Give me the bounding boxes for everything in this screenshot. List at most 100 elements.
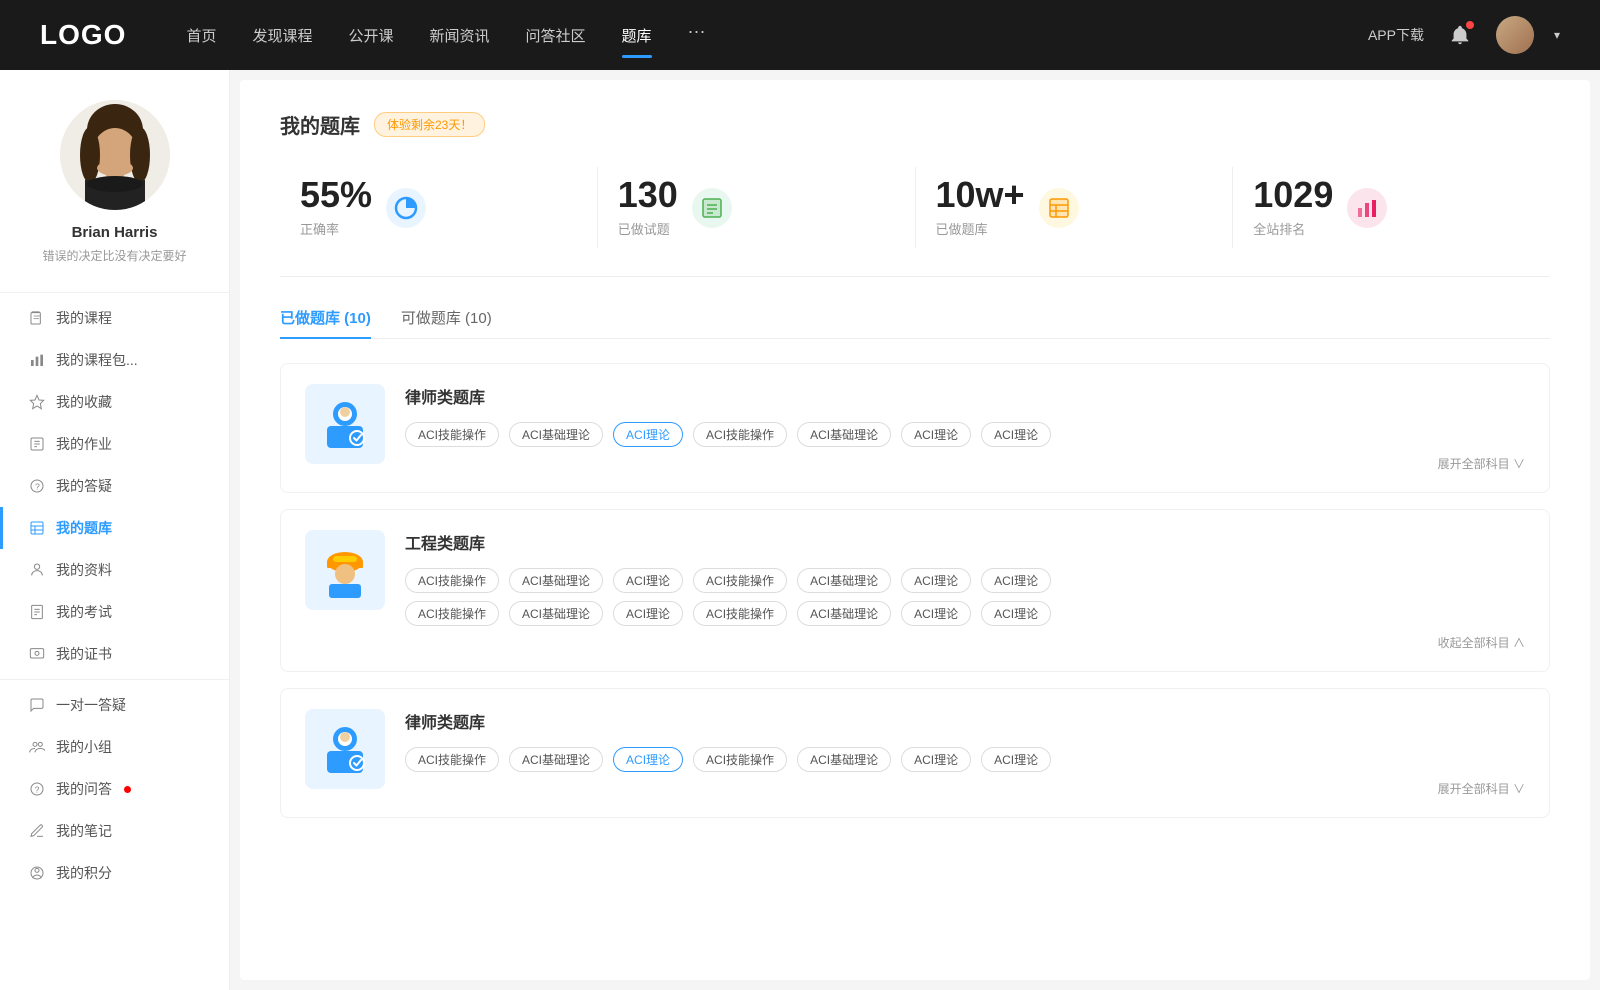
avatar-image — [1496, 16, 1534, 54]
sidebar-avatar — [60, 100, 170, 210]
accuracy-icon — [386, 188, 426, 228]
main-content: 我的题库 体验剩余23天！ 55% 正确率 130 — [240, 80, 1590, 980]
sidebar-item-course-package[interactable]: 我的课程包... — [0, 339, 229, 381]
q-icon: ? — [28, 780, 46, 798]
tag-2-14[interactable]: ACI理论 — [981, 601, 1051, 626]
stat-accuracy-label: 正确率 — [300, 219, 372, 238]
bank-icon-engineer — [305, 530, 385, 610]
tag-1-4[interactable]: ACI技能操作 — [693, 422, 787, 447]
sidebar-item-certificate[interactable]: 我的证书 — [0, 633, 229, 675]
svg-text:?: ? — [35, 481, 40, 491]
sidebar-label-homework: 我的作业 — [56, 434, 112, 454]
page-title: 我的题库 — [280, 110, 360, 139]
tab-available-banks[interactable]: 可做题库 (10) — [401, 307, 492, 338]
bank-icon — [1047, 196, 1071, 220]
sidebar-label-points: 我的积分 — [56, 863, 112, 883]
stat-done-questions: 130 已做试题 — [598, 167, 916, 248]
tag-2-13[interactable]: ACI理论 — [901, 601, 971, 626]
sidebar-item-favorites[interactable]: 我的收藏 — [0, 381, 229, 423]
document-icon — [28, 309, 46, 327]
stat-done-label: 已做试题 — [618, 219, 678, 238]
bank-card-lawyer-1: 律师类题库 ACI技能操作 ACI基础理论 ACI理论 ACI技能操作 ACI基… — [280, 363, 1550, 493]
bank-expand-lawyer-1[interactable]: 展开全部科目 ∨ — [405, 455, 1525, 472]
tag-1-1[interactable]: ACI技能操作 — [405, 422, 499, 447]
stat-banks-label: 已做题库 — [936, 219, 1025, 238]
tag-3-1[interactable]: ACI技能操作 — [405, 747, 499, 772]
user-motto: 错误的决定比没有决定要好 — [32, 247, 196, 264]
sidebar-item-points[interactable]: 我的积分 — [0, 852, 229, 894]
tag-3-3[interactable]: ACI理论 — [613, 747, 683, 772]
exam-icon — [28, 603, 46, 621]
sidebar-item-my-qa[interactable]: ? 我的答疑 — [0, 465, 229, 507]
sidebar-label-my-qa: 我的答疑 — [56, 476, 112, 496]
tag-2-6[interactable]: ACI理论 — [901, 568, 971, 593]
tag-2-9[interactable]: ACI基础理论 — [509, 601, 603, 626]
navbar: LOGO 首页 发现课程 公开课 新闻资讯 问答社区 题库 ··· APP下载 … — [0, 0, 1600, 70]
nav-more[interactable]: ··· — [688, 21, 706, 50]
nav-bell-button[interactable] — [1444, 19, 1476, 51]
group-icon — [28, 738, 46, 756]
nav-chevron-down-icon[interactable]: ▾ — [1554, 28, 1560, 42]
stats-row: 55% 正确率 130 已做试题 — [280, 167, 1550, 277]
trial-badge: 体验剩余23天！ — [374, 112, 485, 137]
stat-accuracy: 55% 正确率 — [280, 167, 598, 248]
question-notification-dot — [124, 786, 131, 793]
bank-expand-lawyer-2[interactable]: 展开全部科目 ∨ — [405, 780, 1525, 797]
tag-1-5[interactable]: ACI基础理论 — [797, 422, 891, 447]
nav-opencourse[interactable]: 公开课 — [348, 21, 393, 50]
tag-3-6[interactable]: ACI理论 — [901, 747, 971, 772]
nav-news[interactable]: 新闻资讯 — [430, 21, 490, 50]
tag-2-2[interactable]: ACI基础理论 — [509, 568, 603, 593]
lawyer-avatar-icon — [317, 396, 373, 452]
tag-2-8[interactable]: ACI技能操作 — [405, 601, 499, 626]
bank-tags-lawyer-2: ACI技能操作 ACI基础理论 ACI理论 ACI技能操作 ACI基础理论 AC… — [405, 747, 1525, 772]
sidebar-item-my-profile[interactable]: 我的资料 — [0, 549, 229, 591]
stat-rank-value: 1029 — [1253, 177, 1333, 213]
tag-3-7[interactable]: ACI理论 — [981, 747, 1051, 772]
sidebar-item-my-exam[interactable]: 我的考试 — [0, 591, 229, 633]
tag-2-4[interactable]: ACI技能操作 — [693, 568, 787, 593]
tag-1-2[interactable]: ACI基础理论 — [509, 422, 603, 447]
sidebar-item-my-questions[interactable]: ? 我的问答 — [0, 768, 229, 810]
done-questions-icon-wrap — [692, 188, 732, 228]
tag-1-3[interactable]: ACI理论 — [613, 422, 683, 447]
sidebar-item-question-bank[interactable]: 我的题库 — [0, 507, 229, 549]
nav-home[interactable]: 首页 — [186, 21, 216, 50]
nav-avatar[interactable] — [1496, 16, 1534, 54]
question-bank-icon — [28, 519, 46, 537]
nav-discover[interactable]: 发现课程 — [252, 21, 312, 50]
tag-1-7[interactable]: ACI理论 — [981, 422, 1051, 447]
sidebar-item-one-on-one[interactable]: 一对一答疑 — [0, 684, 229, 726]
tag-2-5[interactable]: ACI基础理论 — [797, 568, 891, 593]
nav-qa[interactable]: 问答社区 — [526, 21, 586, 50]
bank-expand-engineer[interactable]: 收起全部科目 ∧ — [405, 634, 1525, 651]
tabs-row: 已做题库 (10) 可做题库 (10) — [280, 307, 1550, 339]
ranking-icon — [1355, 196, 1379, 220]
sidebar-menu: 我的课程 我的课程包... 我的收藏 我的作业 — [0, 297, 229, 894]
sidebar-item-my-group[interactable]: 我的小组 — [0, 726, 229, 768]
tag-3-4[interactable]: ACI技能操作 — [693, 747, 787, 772]
tag-3-5[interactable]: ACI基础理论 — [797, 747, 891, 772]
stat-site-rank: 1029 全站排名 — [1233, 167, 1550, 248]
sidebar-label-my-questions: 我的问答 — [56, 779, 112, 799]
list-check-icon — [700, 196, 724, 220]
stat-accuracy-text: 55% 正确率 — [300, 177, 372, 238]
tag-2-1[interactable]: ACI技能操作 — [405, 568, 499, 593]
tag-2-11[interactable]: ACI技能操作 — [693, 601, 787, 626]
tag-2-7[interactable]: ACI理论 — [981, 568, 1051, 593]
tag-1-6[interactable]: ACI理论 — [901, 422, 971, 447]
bank-tags-engineer-row1: ACI技能操作 ACI基础理论 ACI理论 ACI技能操作 ACI基础理论 AC… — [405, 568, 1525, 593]
main-layout: Brian Harris 错误的决定比没有决定要好 我的课程 我的课程包... — [0, 70, 1600, 990]
tag-2-12[interactable]: ACI基础理论 — [797, 601, 891, 626]
tab-done-banks[interactable]: 已做题库 (10) — [280, 307, 371, 338]
sidebar-item-my-course[interactable]: 我的课程 — [0, 297, 229, 339]
content-header: 我的题库 体验剩余23天！ — [280, 110, 1550, 139]
nav-question-bank[interactable]: 题库 — [622, 21, 652, 50]
sidebar-label-notes: 我的笔记 — [56, 821, 112, 841]
tag-2-3[interactable]: ACI理论 — [613, 568, 683, 593]
nav-app-download[interactable]: APP下载 — [1368, 25, 1424, 45]
sidebar-item-notes[interactable]: 我的笔记 — [0, 810, 229, 852]
tag-3-2[interactable]: ACI基础理论 — [509, 747, 603, 772]
tag-2-10[interactable]: ACI理论 — [613, 601, 683, 626]
sidebar-item-homework[interactable]: 我的作业 — [0, 423, 229, 465]
